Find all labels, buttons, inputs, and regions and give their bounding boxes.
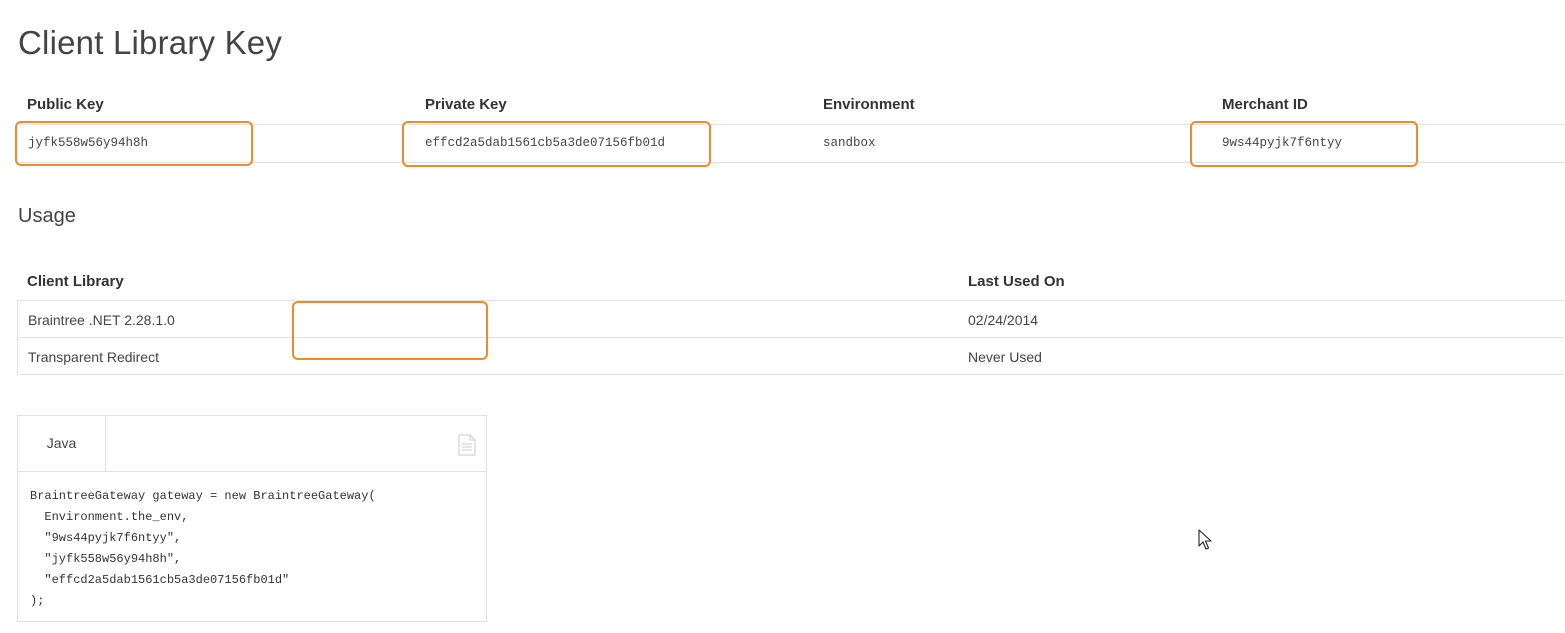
code-line: ); [30,594,45,608]
code-sample-panel: Java BraintreeGateway gateway = new Brai… [17,415,487,622]
environment-value: sandbox [823,136,876,150]
code-line: "jyfk558w56y94h8h", [30,552,182,566]
code-sample[interactable]: BraintreeGateway gateway = new Braintree… [30,486,376,612]
page-title: Client Library Key [18,24,283,61]
last-used-cell: Never Used [968,349,1042,365]
table-row: Transparent Redirect Never Used [18,338,1564,374]
code-line: "9ws44pyjk7f6ntyy", [30,531,182,545]
code-line: Environment.the_env, [30,510,189,524]
client-library-key-page: Client Library Key Public Key Private Ke… [0,0,1565,633]
usage-table-header: Client Library Last Used On [18,265,1565,301]
private-key-header: Private Key [425,96,507,113]
usage-highlight [292,301,488,360]
keys-table-header: Public Key Private Key Environment Merch… [18,88,1565,125]
client-library-header: Client Library [27,273,124,290]
table-row: Braintree .NET 2.28.1.0 02/24/2014 [18,301,1564,338]
tab-java[interactable]: Java [18,416,106,471]
client-library-cell: Transparent Redirect [28,349,159,365]
usage-section-title: Usage [18,205,76,227]
merchant-id-highlight [1190,121,1418,167]
code-line: "effcd2a5dab1561cb5a3de07156fb01d" [30,573,290,587]
client-library-cell: Braintree .NET 2.28.1.0 [28,312,175,328]
last-used-on-header: Last Used On [968,273,1065,290]
public-key-header: Public Key [27,96,104,113]
code-tab-bar: Java [18,416,486,472]
environment-header: Environment [823,96,915,113]
private-key-highlight [402,121,711,167]
code-line: BraintreeGateway gateway = new Braintree… [30,489,376,503]
last-used-cell: 02/24/2014 [968,312,1039,328]
usage-table: Braintree .NET 2.28.1.0 02/24/2014 Trans… [17,300,1564,375]
copy-document-icon[interactable] [458,434,476,456]
mouse-cursor-icon [1198,529,1212,550]
public-key-highlight [15,121,253,166]
merchant-id-header: Merchant ID [1222,96,1308,113]
